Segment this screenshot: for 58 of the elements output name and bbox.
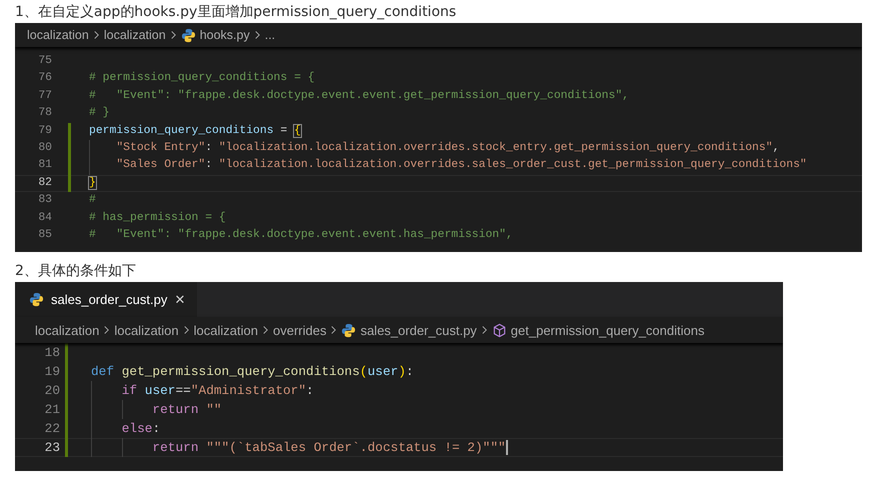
code-line: "Sales Order": "localization.localization.overrides.sales_order_cust.get_permission_query_conditions" bbox=[89, 157, 807, 175]
breadcrumb-item[interactable]: localization bbox=[104, 28, 166, 42]
python-file-icon bbox=[29, 292, 44, 307]
line-number: 75 bbox=[37, 54, 52, 69]
line-number: 85 bbox=[37, 228, 52, 243]
line-number: 20 bbox=[44, 382, 60, 400]
code-line: # has_permission = { bbox=[89, 210, 226, 226]
chevron-icon bbox=[170, 30, 177, 40]
breadcrumb-item[interactable]: hooks.py bbox=[200, 28, 250, 42]
chevron-icon bbox=[480, 325, 488, 335]
line-number: 78 bbox=[37, 106, 52, 122]
chevron-icon bbox=[182, 325, 190, 335]
code-line: # } bbox=[89, 106, 110, 122]
breadcrumb-item[interactable]: ... bbox=[264, 28, 276, 42]
breadcrumb-item[interactable]: localization bbox=[194, 322, 258, 338]
code-line: return """(`tabSales Order`.docstatus != 2)""" bbox=[91, 438, 508, 457]
section-heading: 2、具体的条件如下 bbox=[15, 262, 137, 281]
code-line: # "Event": "frappe.desk.doctype.event.event.has_permission", bbox=[89, 228, 513, 243]
breadcrumb-item[interactable]: localization bbox=[114, 322, 179, 338]
cube-icon bbox=[492, 322, 507, 338]
code-line: if user=="Administrator": bbox=[91, 381, 314, 400]
breadcrumb-item[interactable]: get_permission_query_conditions bbox=[510, 322, 704, 338]
line-number: 79 bbox=[37, 124, 52, 139]
chevron-icon bbox=[92, 30, 100, 40]
line-number: 23 bbox=[44, 439, 60, 457]
line-number: 84 bbox=[37, 210, 52, 226]
file-tab[interactable]: sales_order_cust.py ✕ bbox=[15, 282, 198, 317]
code-line: else: bbox=[91, 419, 160, 438]
line-number: 82 bbox=[37, 176, 52, 191]
line-number: 19 bbox=[44, 363, 60, 381]
chevron-icon bbox=[254, 30, 261, 40]
code-line: # "Event": "frappe.desk.doctype.event.event.get_permission_query_conditions", bbox=[89, 88, 630, 104]
code-line: # permission_query_conditions = { bbox=[89, 70, 315, 86]
chevron-icon bbox=[103, 325, 110, 335]
code-line: def get_permission_query_conditions(user): bbox=[91, 363, 414, 381]
breadcrumb-item[interactable]: sales_order_cust.py bbox=[360, 322, 477, 338]
code-line: return "" bbox=[91, 400, 222, 419]
code-line: "Stock Entry": "localization.localization.overrides.stock_entry.get_permission_query_conditions", bbox=[89, 140, 780, 158]
line-number: 22 bbox=[44, 420, 60, 438]
line-number: 21 bbox=[44, 401, 60, 419]
line-number: 80 bbox=[37, 140, 52, 156]
line-number: 81 bbox=[37, 158, 52, 174]
breadcrumb-item[interactable]: overrides bbox=[272, 322, 326, 338]
code-line: } bbox=[89, 176, 96, 191]
code-line: # bbox=[89, 193, 96, 208]
breadcrumb-item[interactable]: localization bbox=[35, 322, 100, 338]
line-number: 77 bbox=[37, 88, 52, 104]
line-number: 18 bbox=[44, 344, 60, 362]
python-file-icon bbox=[341, 322, 356, 338]
breadcrumb-item[interactable]: localization bbox=[27, 28, 89, 42]
chevron-icon bbox=[262, 325, 269, 335]
section-heading: 1、在自定义app的hooks.py里面增加permission_query_conditions bbox=[15, 3, 458, 22]
chevron-icon bbox=[330, 325, 338, 335]
close-icon[interactable]: ✕ bbox=[174, 292, 186, 307]
python-file-icon bbox=[180, 28, 196, 42]
code-line: permission_query_conditions = { bbox=[89, 124, 301, 139]
line-number: 83 bbox=[37, 193, 52, 208]
line-number: 76 bbox=[37, 71, 52, 86]
